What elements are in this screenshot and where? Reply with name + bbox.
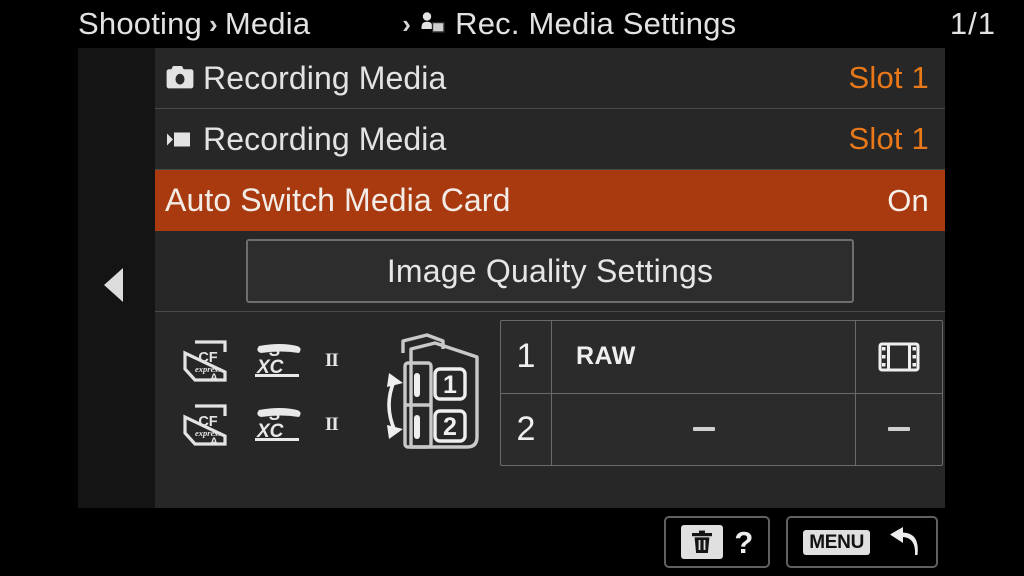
menu-row-auto-switch-media-card[interactable]: Auto Switch Media Card On (155, 170, 945, 231)
film-strip-icon (856, 321, 942, 393)
breadcrumb: Shooting › Media › Rec. Media Settings (78, 2, 736, 46)
cfexpress-type-a-icon: CF express A (181, 402, 233, 448)
still-camera-icon (163, 63, 197, 93)
menu-row-label-wrap: Recording Media (163, 121, 446, 158)
left-caret-icon[interactable] (104, 268, 123, 302)
breadcrumb-item-rec-media-settings[interactable]: Rec. Media Settings (455, 6, 736, 42)
camera-slots-diagram-icon: 1 2 (380, 320, 500, 466)
settings-panel: Recording Media Slot 1 Recording Media S… (155, 48, 945, 508)
table-cell-format: RAW (552, 321, 856, 393)
sdxc-icon: S XC (251, 340, 307, 382)
empty-dash-icon (888, 427, 910, 432)
rec-media-settings-icon (418, 9, 448, 39)
camera-menu-screen: Shooting › Media › Rec. Media Settings 1… (0, 0, 1024, 576)
image-quality-settings-row: Image Quality Settings (155, 231, 945, 312)
menu-row-label: Recording Media (203, 59, 447, 96)
svg-text:A: A (210, 372, 218, 384)
footer-toolbar: ? MENU (0, 508, 1024, 576)
menu-row-recording-media-movie[interactable]: Recording Media Slot 1 (155, 109, 945, 170)
table-cell-movie (856, 394, 942, 466)
menu-row-label-wrap: Auto Switch Media Card (163, 182, 510, 219)
svg-text:2: 2 (443, 413, 457, 441)
table-cell-slot: 2 (501, 393, 552, 465)
image-quality-settings-button[interactable]: Image Quality Settings (246, 239, 854, 303)
svg-text:A: A (210, 436, 218, 448)
uhs-speed-class-label: II (325, 350, 339, 371)
movie-camera-icon (163, 124, 197, 154)
trash-icon (681, 525, 724, 559)
menu-row-value: On (887, 182, 929, 218)
table-row: 1 RAW (501, 321, 942, 394)
menu-row-label: Auto Switch Media Card (165, 182, 511, 218)
menu-back-button[interactable]: MENU (786, 516, 938, 568)
header: Shooting › Media › Rec. Media Settings 1… (0, 0, 1024, 48)
empty-dash-icon (692, 427, 715, 432)
card-type-row: CF express A S XC II (181, 338, 380, 384)
svg-text:1: 1 (443, 371, 457, 399)
menu-row-value: Slot 1 (848, 60, 929, 95)
uhs-speed-class-label: II (325, 414, 339, 435)
cfexpress-type-a-icon: CF express A (181, 338, 233, 384)
table-row: 2 (501, 393, 942, 466)
sdxc-icon: S XC (251, 404, 307, 446)
table-cell-slot: 1 (501, 321, 552, 393)
menu-row-label-wrap: Recording Media (163, 60, 446, 97)
menu-chip-label: MENU (803, 529, 870, 555)
breadcrumb-item-shooting[interactable]: Shooting (78, 6, 202, 42)
breadcrumb-separator: › (402, 9, 412, 39)
menu-row-value: Slot 1 (848, 121, 929, 156)
table-cell-format (552, 393, 856, 465)
menu-row-label: Recording Media (203, 120, 447, 157)
breadcrumb-item-media[interactable]: Media (225, 6, 310, 42)
card-type-list: CF express A S XC II CF express A S XC I… (155, 320, 380, 466)
breadcrumb-separator: › (208, 9, 218, 39)
recording-format-table: 1 RAW 2 (500, 320, 943, 466)
back-arrow-icon (881, 525, 921, 559)
card-type-row: CF express A S XC II (181, 402, 380, 448)
page-indicator: 1/1 (949, 6, 996, 41)
media-info-area: CF express A S XC II CF express A S XC I… (155, 312, 945, 466)
menu-row-recording-media-still[interactable]: Recording Media Slot 1 (155, 48, 945, 109)
help-question-mark: ? (734, 524, 754, 560)
help-button[interactable]: ? (664, 516, 771, 568)
